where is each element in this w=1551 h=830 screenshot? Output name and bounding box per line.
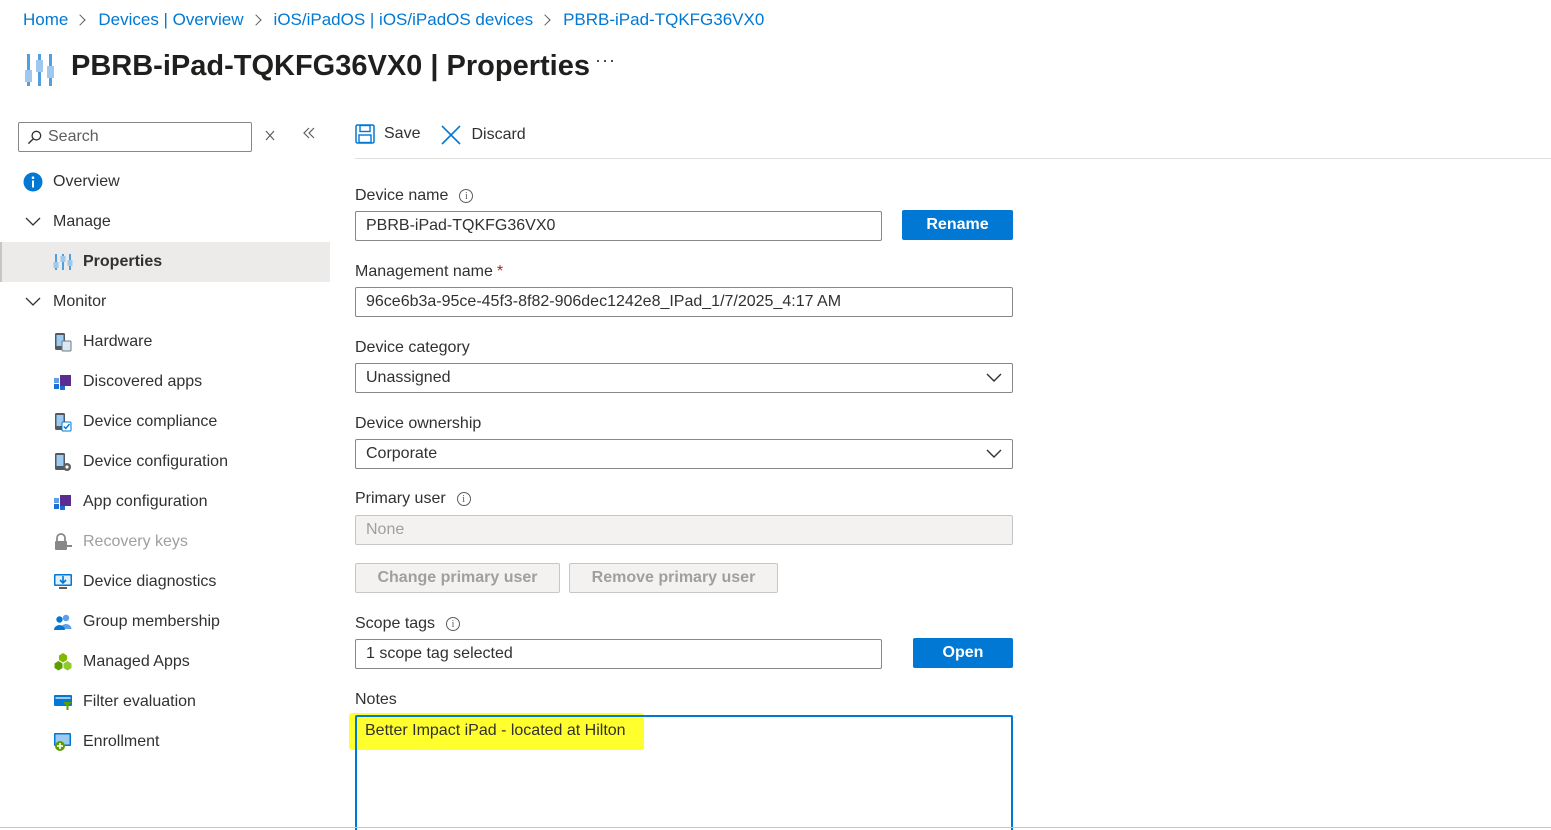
- device-name-input[interactable]: [366, 217, 881, 235]
- management-name-input[interactable]: [366, 293, 1012, 311]
- open-scope-tags-button[interactable]: Open: [913, 638, 1013, 668]
- remove-primary-user-button: Remove primary user: [569, 563, 778, 593]
- breadcrumb-devices-overview[interactable]: Devices | Overview: [98, 10, 243, 30]
- chevron-down-icon: [986, 449, 1002, 458]
- device-name-label: Device name i: [355, 187, 474, 205]
- chevron-right-icon: [249, 14, 262, 26]
- sidebar-item-managed-apps[interactable]: Managed Apps: [0, 642, 330, 682]
- management-name-field[interactable]: [355, 287, 1013, 317]
- hardware-icon: [52, 331, 74, 353]
- group-icon: [52, 611, 74, 633]
- app-config-icon: [52, 491, 74, 513]
- search-icon: [27, 130, 42, 144]
- scope-tags-label: Scope tags i: [355, 615, 461, 633]
- command-bar: Save Discard: [355, 118, 1551, 159]
- filter-icon: [52, 691, 74, 713]
- divider: [0, 827, 1551, 828]
- sidebar-item-discovered-apps[interactable]: Discovered apps: [0, 362, 330, 402]
- primary-user-field: None: [355, 515, 1013, 545]
- lock-icon: [52, 531, 74, 553]
- page-header: PBRB-iPad-TQKFG36VX0 | Properties: [24, 44, 590, 88]
- sidebar-item-hardware[interactable]: Hardware: [0, 322, 330, 362]
- notes-label: Notes: [355, 691, 397, 708]
- sidebar-item-device-configuration[interactable]: Device configuration: [0, 442, 330, 482]
- info-icon[interactable]: i: [459, 189, 474, 203]
- configuration-icon: [52, 451, 74, 473]
- info-icon[interactable]: i: [446, 617, 461, 631]
- clear-search-icon[interactable]: [264, 128, 276, 142]
- more-options-button[interactable]: ···: [595, 50, 616, 71]
- rename-button[interactable]: Rename: [902, 210, 1013, 240]
- managed-apps-icon: [52, 651, 74, 673]
- device-ownership-label: Device ownership: [355, 415, 482, 432]
- search-input[interactable]: [48, 128, 238, 146]
- sidebar-item-recovery-keys: Recovery keys: [0, 522, 330, 562]
- scope-tags-field[interactable]: 1 scope tag selected: [355, 639, 882, 669]
- properties-icon: [52, 251, 74, 273]
- required-indicator: *: [496, 263, 504, 280]
- sidebar-search[interactable]: [18, 122, 252, 152]
- device-category-label: Device category: [355, 339, 470, 356]
- save-icon: [355, 124, 375, 144]
- info-icon[interactable]: i: [456, 492, 471, 506]
- chevron-right-icon: [74, 14, 87, 26]
- sidebar-group-manage[interactable]: Manage: [0, 202, 330, 242]
- breadcrumb: Home Devices | Overview iOS/iPadOS | iOS…: [23, 10, 764, 30]
- collapse-sidebar-icon[interactable]: [302, 126, 316, 140]
- breadcrumb-home[interactable]: Home: [23, 10, 68, 30]
- change-primary-user-button: Change primary user: [355, 563, 560, 593]
- sidebar-item-overview[interactable]: Overview: [0, 162, 330, 202]
- notes-text: Better Impact iPad - located at Hilton: [365, 722, 626, 739]
- primary-user-label: Primary user i: [355, 490, 471, 508]
- sidebar-nav: Overview Manage Properties Monitor Hardw…: [0, 162, 330, 762]
- sidebar-item-properties[interactable]: Properties: [0, 242, 330, 282]
- diagnostics-icon: [52, 571, 74, 593]
- device-category-dropdown[interactable]: Unassigned: [355, 363, 1013, 393]
- device-ownership-dropdown[interactable]: Corporate: [355, 439, 1013, 469]
- sidebar-item-filter-evaluation[interactable]: Filter evaluation: [0, 682, 330, 722]
- sidebar-item-device-compliance[interactable]: Device compliance: [0, 402, 330, 442]
- management-name-label: Management name *: [355, 263, 504, 280]
- apps-icon: [52, 371, 74, 393]
- device-name-field[interactable]: [355, 211, 882, 241]
- sidebar-item-app-configuration[interactable]: App configuration: [0, 482, 330, 522]
- page-title: PBRB-iPad-TQKFG36VX0 | Properties: [71, 49, 590, 82]
- chevron-right-icon: [539, 14, 551, 26]
- close-icon: [441, 125, 462, 145]
- sidebar-item-device-diagnostics[interactable]: Device diagnostics: [0, 562, 330, 602]
- info-icon: [22, 171, 44, 193]
- properties-icon: [25, 54, 54, 86]
- sidebar-group-monitor[interactable]: Monitor: [0, 282, 330, 322]
- chevron-down-icon: [986, 373, 1002, 382]
- sidebar-item-enrollment[interactable]: Enrollment: [0, 722, 330, 762]
- sidebar-item-group-membership[interactable]: Group membership: [0, 602, 330, 642]
- compliance-icon: [52, 411, 74, 433]
- save-button[interactable]: Save: [355, 118, 420, 144]
- breadcrumb-ios-devices[interactable]: iOS/iPadOS | iOS/iPadOS devices: [274, 10, 534, 30]
- chevron-down-icon: [22, 291, 44, 313]
- chevron-down-icon: [22, 211, 44, 233]
- discard-button[interactable]: Discard: [440, 118, 526, 146]
- enrollment-icon: [52, 731, 74, 753]
- breadcrumb-device[interactable]: PBRB-iPad-TQKFG36VX0: [563, 10, 764, 30]
